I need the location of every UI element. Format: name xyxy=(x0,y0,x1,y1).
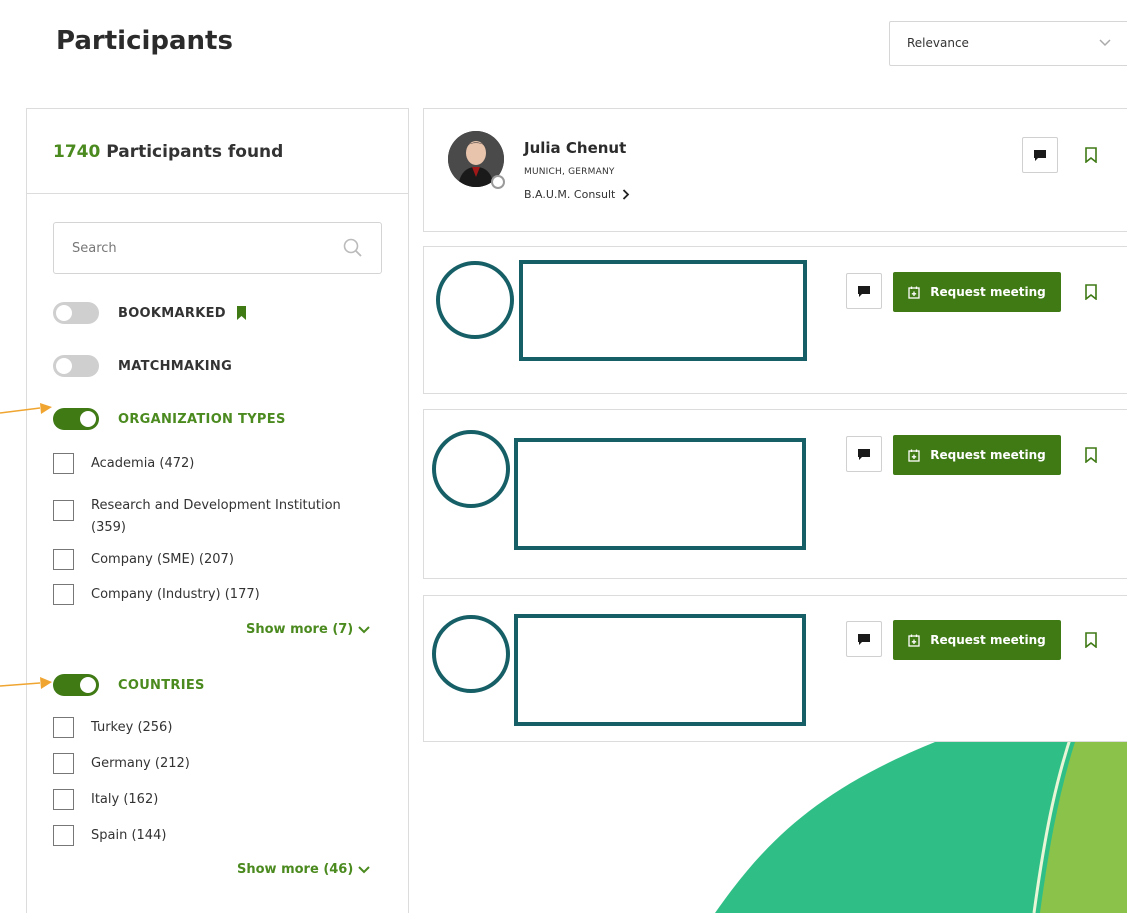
chevron-down-icon xyxy=(358,865,371,873)
participant-card[interactable]: Julia Chenut MUNICH, GERMANY B.A.U.M. Co… xyxy=(423,108,1127,232)
chat-icon xyxy=(858,448,870,460)
results-count-number: 1740 xyxy=(53,142,101,162)
option-label: Company (Industry) (177) xyxy=(91,587,260,602)
matchmaking-filter: MATCHMAKING xyxy=(53,354,232,378)
search-placeholder: Search xyxy=(72,241,117,256)
org-type-option[interactable]: Research and Development Institution (35… xyxy=(53,498,361,539)
option-label: Germany (212) xyxy=(91,756,190,771)
show-more-label: Show more (46) xyxy=(237,862,354,877)
participant-card[interactable]: Request meeting xyxy=(423,246,1127,394)
country-option[interactable]: Turkey (256) xyxy=(53,717,172,738)
sort-value: Relevance xyxy=(907,36,969,50)
bookmarked-label: BOOKMARKED xyxy=(118,305,226,321)
bookmark-icon[interactable] xyxy=(1084,284,1098,300)
option-label: Spain (144) xyxy=(91,828,167,843)
chat-icon xyxy=(858,633,870,645)
chevron-down-icon xyxy=(358,625,370,633)
organization-types-toggle[interactable] xyxy=(53,408,99,430)
countries-toggle[interactable] xyxy=(53,674,99,696)
org-type-option[interactable]: Company (Industry) (177) xyxy=(53,584,260,605)
option-label: Academia (472) xyxy=(91,456,195,471)
option-label: Research and Development Institution (35… xyxy=(91,498,341,535)
checkbox[interactable] xyxy=(53,825,74,846)
request-meeting-button[interactable]: Request meeting xyxy=(893,435,1061,475)
participant-card[interactable]: Request meeting xyxy=(423,595,1127,742)
checkbox[interactable] xyxy=(53,789,74,810)
page-header: Participants Relevance xyxy=(0,0,1127,92)
bookmark-icon[interactable] xyxy=(1084,147,1098,163)
checkbox[interactable] xyxy=(53,584,74,605)
results-count: 1740 Participants found xyxy=(53,142,283,162)
calendar-icon xyxy=(908,634,920,647)
results-count-label: Participants found xyxy=(106,142,284,162)
bookmarked-toggle[interactable] xyxy=(53,302,99,324)
page-title: Participants xyxy=(56,26,233,56)
request-meeting-label: Request meeting xyxy=(930,285,1046,299)
countries-filter: COUNTRIES xyxy=(53,673,205,697)
annotation-arrow xyxy=(0,677,52,689)
annotation-arrow xyxy=(0,403,52,414)
checkbox[interactable] xyxy=(53,753,74,774)
message-button[interactable] xyxy=(1022,137,1058,173)
countries-show-more[interactable]: Show more (46) xyxy=(237,862,371,877)
checkbox[interactable] xyxy=(53,717,74,738)
checkbox[interactable] xyxy=(53,500,74,521)
checkbox[interactable] xyxy=(53,453,74,474)
bookmark-icon[interactable] xyxy=(1084,632,1098,648)
calendar-icon xyxy=(908,286,920,299)
chevron-down-icon xyxy=(1099,39,1111,47)
online-status-indicator xyxy=(491,175,505,189)
request-meeting-label: Request meeting xyxy=(930,633,1046,647)
country-option[interactable]: Spain (144) xyxy=(53,825,166,846)
bookmarked-filter: BOOKMARKED xyxy=(53,301,247,325)
countries-label: COUNTRIES xyxy=(118,677,205,693)
message-button[interactable] xyxy=(846,436,882,472)
calendar-icon xyxy=(908,449,920,462)
message-button[interactable] xyxy=(846,273,882,309)
organization-types-filter: ORGANIZATION TYPES xyxy=(53,407,286,431)
participant-name[interactable]: Julia Chenut xyxy=(524,139,626,157)
chat-icon xyxy=(1034,149,1046,161)
org-type-option[interactable]: Academia (472) xyxy=(53,453,194,474)
participant-card[interactable]: Request meeting xyxy=(423,409,1127,579)
request-meeting-button[interactable]: Request meeting xyxy=(893,620,1061,660)
request-meeting-button[interactable]: Request meeting xyxy=(893,272,1061,312)
organization-name: B.A.U.M. Consult xyxy=(524,188,616,201)
matchmaking-label: MATCHMAKING xyxy=(118,358,233,374)
participant-location: MUNICH, GERMANY xyxy=(524,167,615,177)
chat-icon xyxy=(858,285,870,297)
search-input[interactable]: Search xyxy=(53,222,382,274)
option-label: Italy (162) xyxy=(91,792,159,807)
request-meeting-label: Request meeting xyxy=(930,448,1046,462)
message-button[interactable] xyxy=(846,621,882,657)
option-label: Turkey (256) xyxy=(91,720,173,735)
org-types-show-more[interactable]: Show more (7) xyxy=(246,622,370,637)
checkbox[interactable] xyxy=(53,549,74,570)
search-icon xyxy=(343,238,362,257)
country-option[interactable]: Italy (162) xyxy=(53,789,158,810)
participant-organization-link[interactable]: B.A.U.M. Consult xyxy=(524,188,630,201)
chevron-right-icon xyxy=(623,189,630,200)
organization-types-label: ORGANIZATION TYPES xyxy=(118,411,286,427)
show-more-label: Show more (7) xyxy=(246,622,354,637)
option-label: Company (SME) (207) xyxy=(91,552,234,567)
divider xyxy=(27,193,408,194)
country-option[interactable]: Germany (212) xyxy=(53,753,190,774)
filter-sidebar: 1740 Participants found Search BOOKMARKE… xyxy=(26,108,409,913)
matchmaking-toggle[interactable] xyxy=(53,355,99,377)
bookmark-icon[interactable] xyxy=(1084,447,1098,463)
bookmark-icon xyxy=(236,306,246,320)
sort-dropdown[interactable]: Relevance xyxy=(889,21,1127,66)
org-type-option[interactable]: Company (SME) (207) xyxy=(53,549,234,570)
